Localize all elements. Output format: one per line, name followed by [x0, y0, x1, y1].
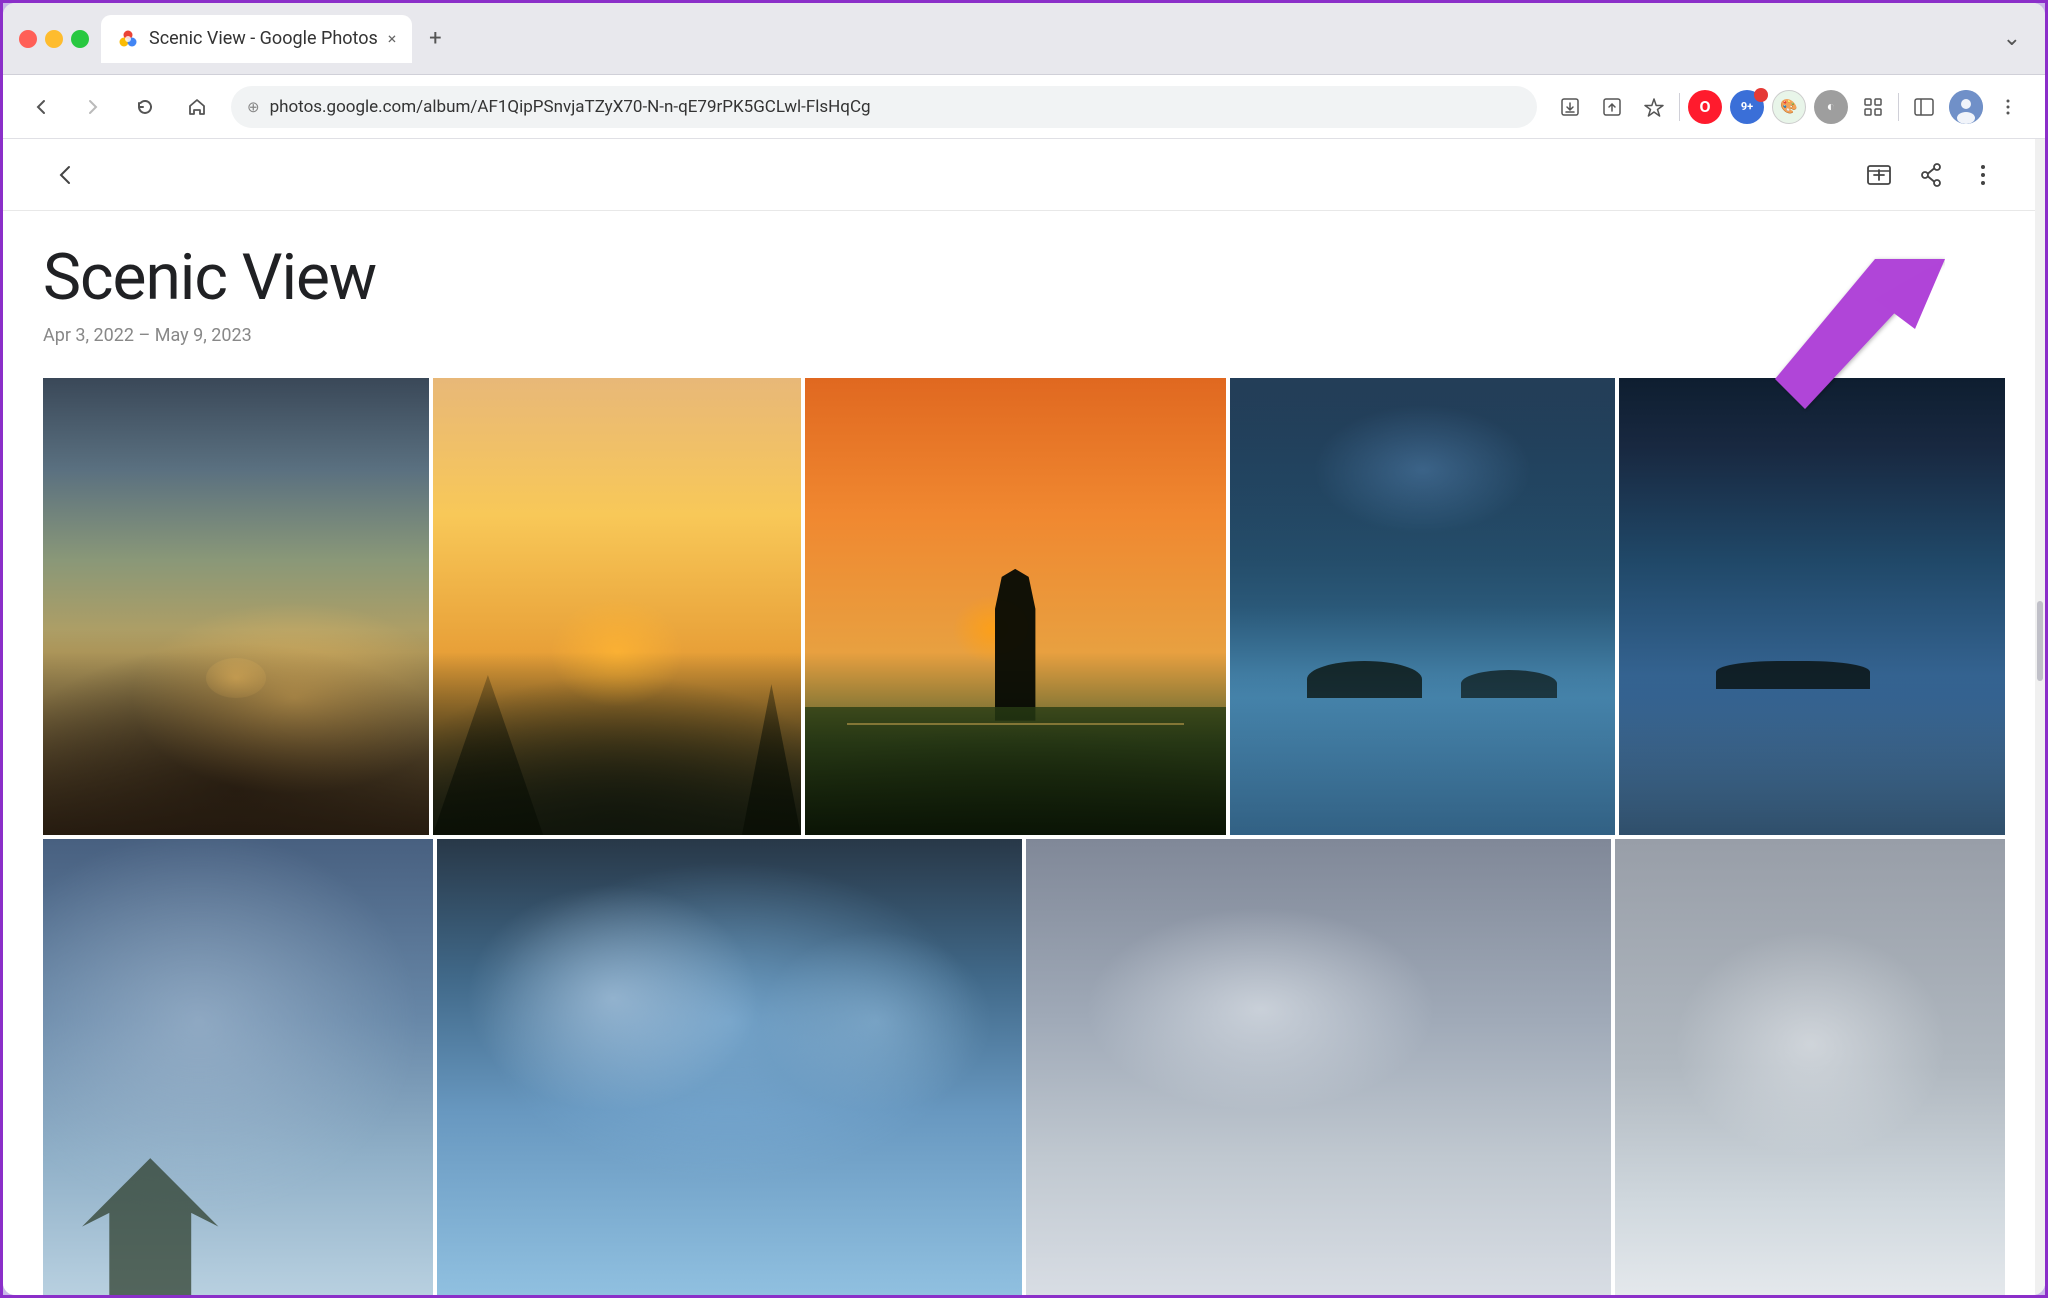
maximize-window-button[interactable]: [71, 30, 89, 48]
sidebar-icon[interactable]: [1907, 90, 1941, 124]
page-content: Scenic View Apr 3, 2022 – May 9, 2023: [3, 139, 2045, 1295]
photo-sunset-beach[interactable]: [43, 378, 429, 834]
color-ext-icon[interactable]: 🎨: [1772, 90, 1806, 124]
forward-button[interactable]: [75, 89, 111, 125]
album-date-range: Apr 3, 2022 – May 9, 2023: [43, 325, 2005, 346]
url-text: photos.google.com/album/AF1QipPSnvjaTZyX…: [270, 97, 1521, 117]
traffic-lights: [19, 30, 89, 48]
photo-blue-water2[interactable]: [1619, 378, 2005, 834]
toolbar-divider-2: [1898, 93, 1899, 121]
download-icon[interactable]: [1553, 90, 1587, 124]
url-input[interactable]: ⊕ photos.google.com/album/AF1QipPSnvjaTZ…: [231, 86, 1537, 128]
browser-window: Scenic View - Google Photos × + ⌄: [3, 3, 2045, 1295]
tab-title: Scenic View - Google Photos: [149, 28, 378, 49]
tab-bar: Scenic View - Google Photos × + ⌄: [101, 15, 2029, 63]
home-button[interactable]: [179, 89, 215, 125]
close-window-button[interactable]: [19, 30, 37, 48]
add-to-album-button[interactable]: [1857, 153, 1901, 197]
photo-blue-water[interactable]: [1230, 378, 1616, 834]
scrollbar[interactable]: [2035, 139, 2045, 1295]
url-bar: ⊕ photos.google.com/album/AF1QipPSnvjaTZ…: [3, 75, 2045, 139]
photos-app-header: [3, 139, 2045, 211]
album-back-button[interactable]: [43, 153, 87, 197]
photo-monument-sunset[interactable]: [805, 378, 1226, 834]
star-icon[interactable]: [1637, 90, 1671, 124]
tab-close-button[interactable]: ×: [388, 29, 397, 48]
header-actions: [1857, 153, 2005, 197]
share-button[interactable]: [1909, 153, 1953, 197]
security-icon: ⊕: [247, 98, 260, 116]
photo-row-2: [43, 839, 2005, 1295]
photo-grid: [43, 378, 2005, 1295]
active-tab[interactable]: Scenic View - Google Photos ×: [101, 15, 412, 63]
google-photos-favicon: [117, 28, 139, 50]
new-tab-button[interactable]: +: [416, 20, 454, 58]
toolbar-icons: O 9+ 🎨 ◐: [1553, 90, 2025, 124]
photo-row-1: [43, 378, 2005, 834]
toolbar-divider-1: [1679, 93, 1680, 121]
share-upload-icon[interactable]: [1595, 90, 1629, 124]
opera-icon[interactable]: O: [1688, 90, 1722, 124]
browser-menu-icon[interactable]: [1991, 90, 2025, 124]
photo-clouds2[interactable]: [437, 839, 1022, 1295]
photo-sunset-trees[interactable]: [433, 378, 801, 834]
photo-clouds3[interactable]: [1026, 839, 1611, 1295]
album-content: Scenic View Apr 3, 2022 – May 9, 2023: [3, 211, 2045, 1295]
photo-clouds4[interactable]: [1615, 839, 2005, 1295]
scroll-thumb[interactable]: [2037, 601, 2043, 681]
title-bar: Scenic View - Google Photos × + ⌄: [3, 3, 2045, 75]
tab-dropdown-button[interactable]: ⌄: [2003, 26, 2029, 51]
profile-avatar[interactable]: [1949, 90, 1983, 124]
screenshot-ext-icon[interactable]: 9+: [1730, 90, 1764, 124]
grey-ext-icon[interactable]: ◐: [1814, 90, 1848, 124]
minimize-window-button[interactable]: [45, 30, 63, 48]
refresh-button[interactable]: [127, 89, 163, 125]
back-button[interactable]: [23, 89, 59, 125]
album-title: Scenic View: [43, 243, 2005, 313]
extensions-icon[interactable]: [1856, 90, 1890, 124]
photo-clouds1[interactable]: [43, 839, 433, 1295]
more-options-button[interactable]: [1961, 153, 2005, 197]
